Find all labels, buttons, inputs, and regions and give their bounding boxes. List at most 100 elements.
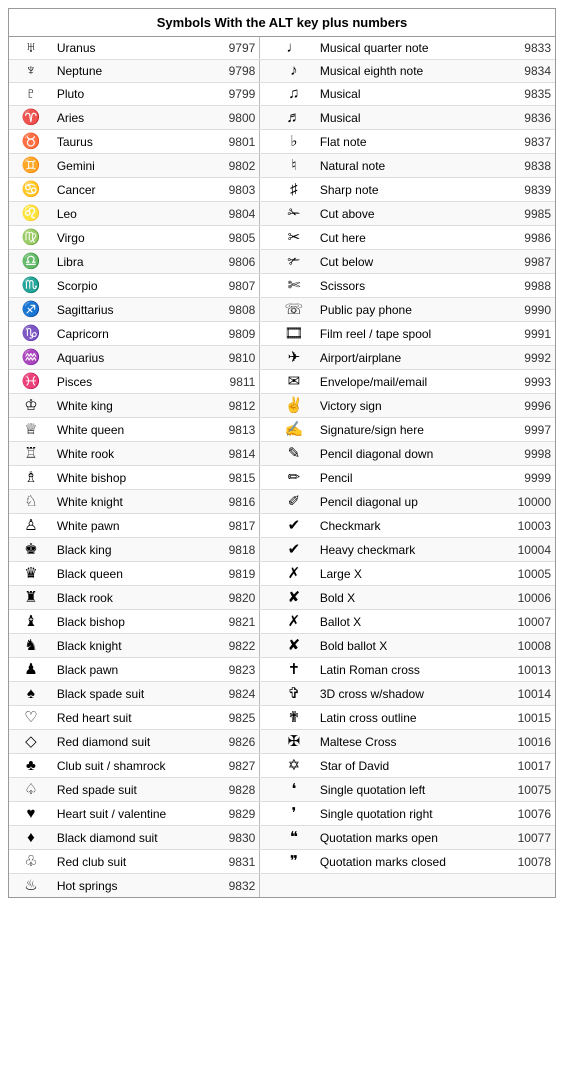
- table-row: ♕ White queen 9813 ✍ Signature/sign here…: [9, 418, 555, 442]
- right-symbol: ✃: [272, 250, 316, 274]
- left-num: 9831: [211, 850, 260, 874]
- right-name: Musical eighth note: [316, 60, 505, 83]
- left-num: 9804: [211, 202, 260, 226]
- right-num: 9833: [505, 37, 555, 60]
- left-num: 9809: [211, 322, 260, 346]
- table-row: ♜ Black rook 9820 ✘ Bold X 10006: [9, 586, 555, 610]
- right-name: Cut above: [316, 202, 505, 226]
- left-num: 9810: [211, 346, 260, 370]
- table-row: ◇ Red diamond suit 9826 ✠ Maltese Cross …: [9, 730, 555, 754]
- right-num: 10076: [505, 802, 555, 826]
- left-num: 9828: [211, 778, 260, 802]
- col-divider: [260, 346, 272, 370]
- right-name: Envelope/mail/email: [316, 370, 505, 394]
- left-name: White rook: [53, 442, 211, 466]
- left-num: 9826: [211, 730, 260, 754]
- col-divider: [260, 778, 272, 802]
- table-row: ♍ Virgo 9805 ✂ Cut here 9986: [9, 226, 555, 250]
- right-symbol: ✔: [272, 514, 316, 538]
- table-row: ♒ Aquarius 9810 ✈ Airport/airplane 9992: [9, 346, 555, 370]
- left-symbol: ♇: [9, 83, 53, 106]
- left-num: 9814: [211, 442, 260, 466]
- right-name: Pencil: [316, 466, 505, 490]
- left-num: 9806: [211, 250, 260, 274]
- col-divider: [260, 37, 272, 60]
- left-symbol: ♠: [9, 682, 53, 706]
- right-symbol: ✏: [272, 466, 316, 490]
- left-symbol: ♔: [9, 394, 53, 418]
- left-name: Aquarius: [53, 346, 211, 370]
- right-num: 10075: [505, 778, 555, 802]
- table-row: ♦ Black diamond suit 9830 ❝ Quotation ma…: [9, 826, 555, 850]
- right-symbol: ✉: [272, 370, 316, 394]
- right-num: 10006: [505, 586, 555, 610]
- right-symbol: ♫: [272, 83, 316, 106]
- right-name: Cut here: [316, 226, 505, 250]
- right-symbol: ✍: [272, 418, 316, 442]
- table-title: Symbols With the ALT key plus numbers: [9, 9, 555, 37]
- right-name: Bold ballot X: [316, 634, 505, 658]
- right-symbol: ✘: [272, 634, 316, 658]
- right-name: Musical quarter note: [316, 37, 505, 60]
- left-name: Black king: [53, 538, 211, 562]
- right-num: 10017: [505, 754, 555, 778]
- left-name: White queen: [53, 418, 211, 442]
- right-name: Pencil diagonal up: [316, 490, 505, 514]
- right-symbol: ✌: [272, 394, 316, 418]
- right-name: Checkmark: [316, 514, 505, 538]
- right-num: 10008: [505, 634, 555, 658]
- left-name: Red diamond suit: [53, 730, 211, 754]
- left-symbol: ♝: [9, 610, 53, 634]
- left-num: 9805: [211, 226, 260, 250]
- left-symbol: ♟: [9, 658, 53, 682]
- left-num: 9817: [211, 514, 260, 538]
- col-divider: [260, 538, 272, 562]
- left-name: White king: [53, 394, 211, 418]
- left-symbol: ♛: [9, 562, 53, 586]
- right-symbol: ✗: [272, 610, 316, 634]
- left-num: 9813: [211, 418, 260, 442]
- right-num: 9991: [505, 322, 555, 346]
- right-num: 10007: [505, 610, 555, 634]
- right-name: Musical: [316, 83, 505, 106]
- left-name: Libra: [53, 250, 211, 274]
- left-name: Cancer: [53, 178, 211, 202]
- left-name: Taurus: [53, 130, 211, 154]
- left-num: 9808: [211, 298, 260, 322]
- col-divider: [260, 178, 272, 202]
- table-row: ♨ Hot springs 9832: [9, 874, 555, 898]
- right-name: Single quotation right: [316, 802, 505, 826]
- left-name: Scorpio: [53, 274, 211, 298]
- left-symbol: ♒: [9, 346, 53, 370]
- right-name: Large X: [316, 562, 505, 586]
- table-row: ♙ White pawn 9817 ✔ Checkmark 10003: [9, 514, 555, 538]
- col-divider: [260, 60, 272, 83]
- left-name: Pluto: [53, 83, 211, 106]
- table-row: ♡ Red heart suit 9825 ✟ Latin cross outl…: [9, 706, 555, 730]
- left-symbol: ♐: [9, 298, 53, 322]
- right-num: 9838: [505, 154, 555, 178]
- table-row: ♗ White bishop 9815 ✏ Pencil 9999: [9, 466, 555, 490]
- right-name: [316, 874, 505, 898]
- right-num: 9985: [505, 202, 555, 226]
- left-name: Virgo: [53, 226, 211, 250]
- left-symbol: ♅: [9, 37, 53, 60]
- table-row: ♞ Black knight 9822 ✘ Bold ballot X 1000…: [9, 634, 555, 658]
- right-symbol: [272, 874, 316, 898]
- col-divider: [260, 586, 272, 610]
- left-num: 9827: [211, 754, 260, 778]
- left-symbol: ♓: [9, 370, 53, 394]
- right-symbol: ✂: [272, 226, 316, 250]
- right-num: 9834: [505, 60, 555, 83]
- right-symbol: ✄: [272, 274, 316, 298]
- table-row: ♋ Cancer 9803 ♯ Sharp note 9839: [9, 178, 555, 202]
- right-name: Star of David: [316, 754, 505, 778]
- right-symbol: ♯: [272, 178, 316, 202]
- table-row: ♏ Scorpio 9807 ✄ Scissors 9988: [9, 274, 555, 298]
- table-row: ♘ White knight 9816 ✐ Pencil diagonal up…: [9, 490, 555, 514]
- right-num: 9992: [505, 346, 555, 370]
- left-num: 9800: [211, 106, 260, 130]
- left-symbol: ♗: [9, 466, 53, 490]
- right-num: 10015: [505, 706, 555, 730]
- right-name: 3D cross w/shadow: [316, 682, 505, 706]
